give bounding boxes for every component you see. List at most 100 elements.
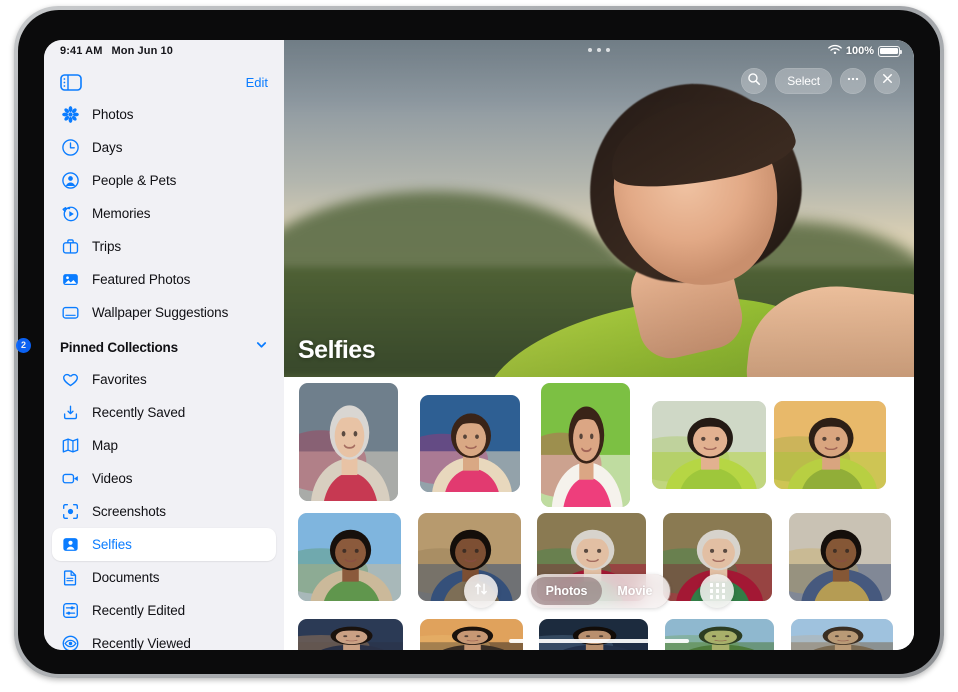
segment-movie[interactable]: Movie — [602, 577, 667, 605]
heart-icon — [60, 369, 81, 390]
photo-thumb-partial-5[interactable] — [791, 619, 893, 650]
photo-thumb-partial-1[interactable] — [298, 619, 403, 650]
photo-thumb-man-mirror[interactable] — [789, 513, 891, 601]
photos-flower-icon — [60, 104, 81, 125]
sidebar-item-selfies[interactable]: Selfies — [52, 528, 276, 561]
eye-icon — [60, 633, 81, 650]
photo-grid-row — [284, 383, 914, 507]
photo-thumb-woman-canyon[interactable] — [420, 395, 520, 492]
photo-thumb-curly-sunset[interactable] — [774, 401, 886, 489]
chevron-down-icon[interactable] — [255, 338, 268, 356]
ellipsis-icon — [846, 72, 860, 91]
select-button[interactable]: Select — [775, 68, 832, 94]
photo-thumb-couple-glasses[interactable] — [299, 383, 398, 501]
sidebar-scroll[interactable]: Photos Days — [44, 98, 284, 650]
sidebar-item-featured-photos[interactable]: Featured Photos — [52, 263, 276, 296]
grid-view-button[interactable] — [700, 574, 734, 608]
memories-play-icon — [60, 203, 81, 224]
sidebar-item-map[interactable]: Map — [52, 429, 276, 462]
sidebar-item-recently-viewed[interactable]: Recently Viewed — [52, 627, 276, 650]
photo-thumb-woman-green[interactable] — [541, 383, 630, 507]
map-icon — [60, 435, 81, 456]
close-x-icon — [881, 72, 894, 90]
featured-photo-icon — [60, 269, 81, 290]
sidebar: 9:41 AM Mon Jun 10 Edit — [44, 40, 284, 650]
tray-download-icon — [60, 402, 81, 423]
sort-arrows-icon — [473, 581, 489, 602]
photo-thumb-partial-4[interactable] — [665, 619, 774, 650]
sidebar-item-label: Photos — [92, 107, 133, 122]
status-bar-right: 100% — [828, 44, 900, 58]
screenshot-root: 2 9:41 AM Mon Jun 10 Edit — [0, 0, 958, 692]
sidebar-item-label: Screenshots — [92, 504, 166, 519]
photo-thumb-partial-2[interactable] — [420, 619, 523, 650]
photo-grid-row — [284, 619, 914, 650]
status-date: Mon Jun 10 — [111, 45, 173, 57]
screenshot-frame-icon — [60, 501, 81, 522]
sidebar-item-label: Favorites — [92, 372, 147, 387]
sidebar-item-recently-edited[interactable]: Recently Edited — [52, 594, 276, 627]
sidebar-item-label: Featured Photos — [92, 272, 190, 287]
status-time: 9:41 AM — [60, 45, 102, 57]
grid-view-icon — [710, 583, 726, 599]
multitask-dots-icon[interactable] — [588, 48, 610, 52]
sidebar-toggle-icon[interactable] — [60, 74, 82, 91]
battery-full-icon — [878, 46, 900, 57]
sidebar-item-label: Selfies — [92, 537, 132, 552]
sidebar-item-label: People & Pets — [92, 173, 176, 188]
sidebar-item-wallpaper-suggestions[interactable]: Wallpaper Suggestions — [52, 296, 276, 329]
sidebar-item-label: Documents — [92, 570, 159, 585]
home-indicator[interactable] — [509, 639, 689, 643]
sidebar-item-label: Trips — [92, 239, 121, 254]
edit-button[interactable]: Edit — [246, 75, 268, 90]
sidebar-item-recently-saved[interactable]: Recently Saved — [52, 396, 276, 429]
sidebar-item-label: Memories — [92, 206, 150, 221]
document-icon — [60, 567, 81, 588]
video-camera-icon — [60, 468, 81, 489]
sidebar-item-screenshots[interactable]: Screenshots — [52, 495, 276, 528]
wifi-icon — [828, 44, 842, 58]
sidebar-item-label: Recently Edited — [92, 603, 185, 618]
sidebar-item-photos[interactable]: Photos — [52, 98, 276, 131]
sidebar-item-label: Videos — [92, 471, 132, 486]
sidebar-item-trips[interactable]: Trips — [52, 230, 276, 263]
sidebar-header: Edit — [44, 64, 284, 100]
photo-grid[interactable]: Photos Movie — [284, 377, 914, 650]
page-title: Selfies — [298, 336, 375, 365]
photo-thumb-man-pool[interactable] — [298, 513, 401, 601]
person-circle-icon — [60, 170, 81, 191]
sidebar-item-memories[interactable]: Memories — [52, 197, 276, 230]
battery-percent-label: 100% — [846, 45, 874, 57]
selfie-person-icon — [60, 534, 81, 555]
sidebar-item-label: Wallpaper Suggestions — [92, 305, 228, 320]
sliders-edit-icon — [60, 600, 81, 621]
more-button[interactable] — [840, 68, 866, 94]
sidebar-section-title: Pinned Collections — [60, 340, 178, 355]
photo-thumb-partial-3[interactable] — [539, 619, 648, 650]
content-pane: Selfies 100% — [284, 40, 914, 650]
photo-thumb-woman-field[interactable] — [652, 401, 766, 489]
view-mode-segmented-control[interactable]: Photos Movie — [528, 574, 671, 608]
sidebar-item-favorites[interactable]: Favorites — [52, 363, 276, 396]
sidebar-item-documents[interactable]: Documents — [52, 561, 276, 594]
sidebar-item-people-pets[interactable]: People & Pets — [52, 164, 276, 197]
sidebar-section-pinned-collections[interactable]: Pinned Collections — [52, 331, 276, 363]
sort-button[interactable] — [464, 574, 498, 608]
segment-photos[interactable]: Photos — [531, 577, 603, 605]
status-bar-left: 9:41 AM Mon Jun 10 — [60, 45, 173, 57]
suitcase-icon — [60, 236, 81, 257]
close-button[interactable] — [874, 68, 900, 94]
sidebar-item-videos[interactable]: Videos — [52, 462, 276, 495]
ipad-screen: 9:41 AM Mon Jun 10 Edit — [44, 40, 914, 650]
hero-top-controls: Select — [741, 68, 900, 94]
sidebar-item-label: Recently Saved — [92, 405, 185, 420]
search-button[interactable] — [741, 68, 767, 94]
clock-icon — [60, 137, 81, 158]
callout-marker-2: 2 — [16, 338, 31, 353]
sidebar-item-label: Recently Viewed — [92, 636, 191, 650]
sidebar-item-label: Map — [92, 438, 118, 453]
sidebar-item-label: Days — [92, 140, 122, 155]
sidebar-item-days[interactable]: Days — [52, 131, 276, 164]
wallpaper-icon — [60, 302, 81, 323]
search-icon — [747, 72, 761, 91]
